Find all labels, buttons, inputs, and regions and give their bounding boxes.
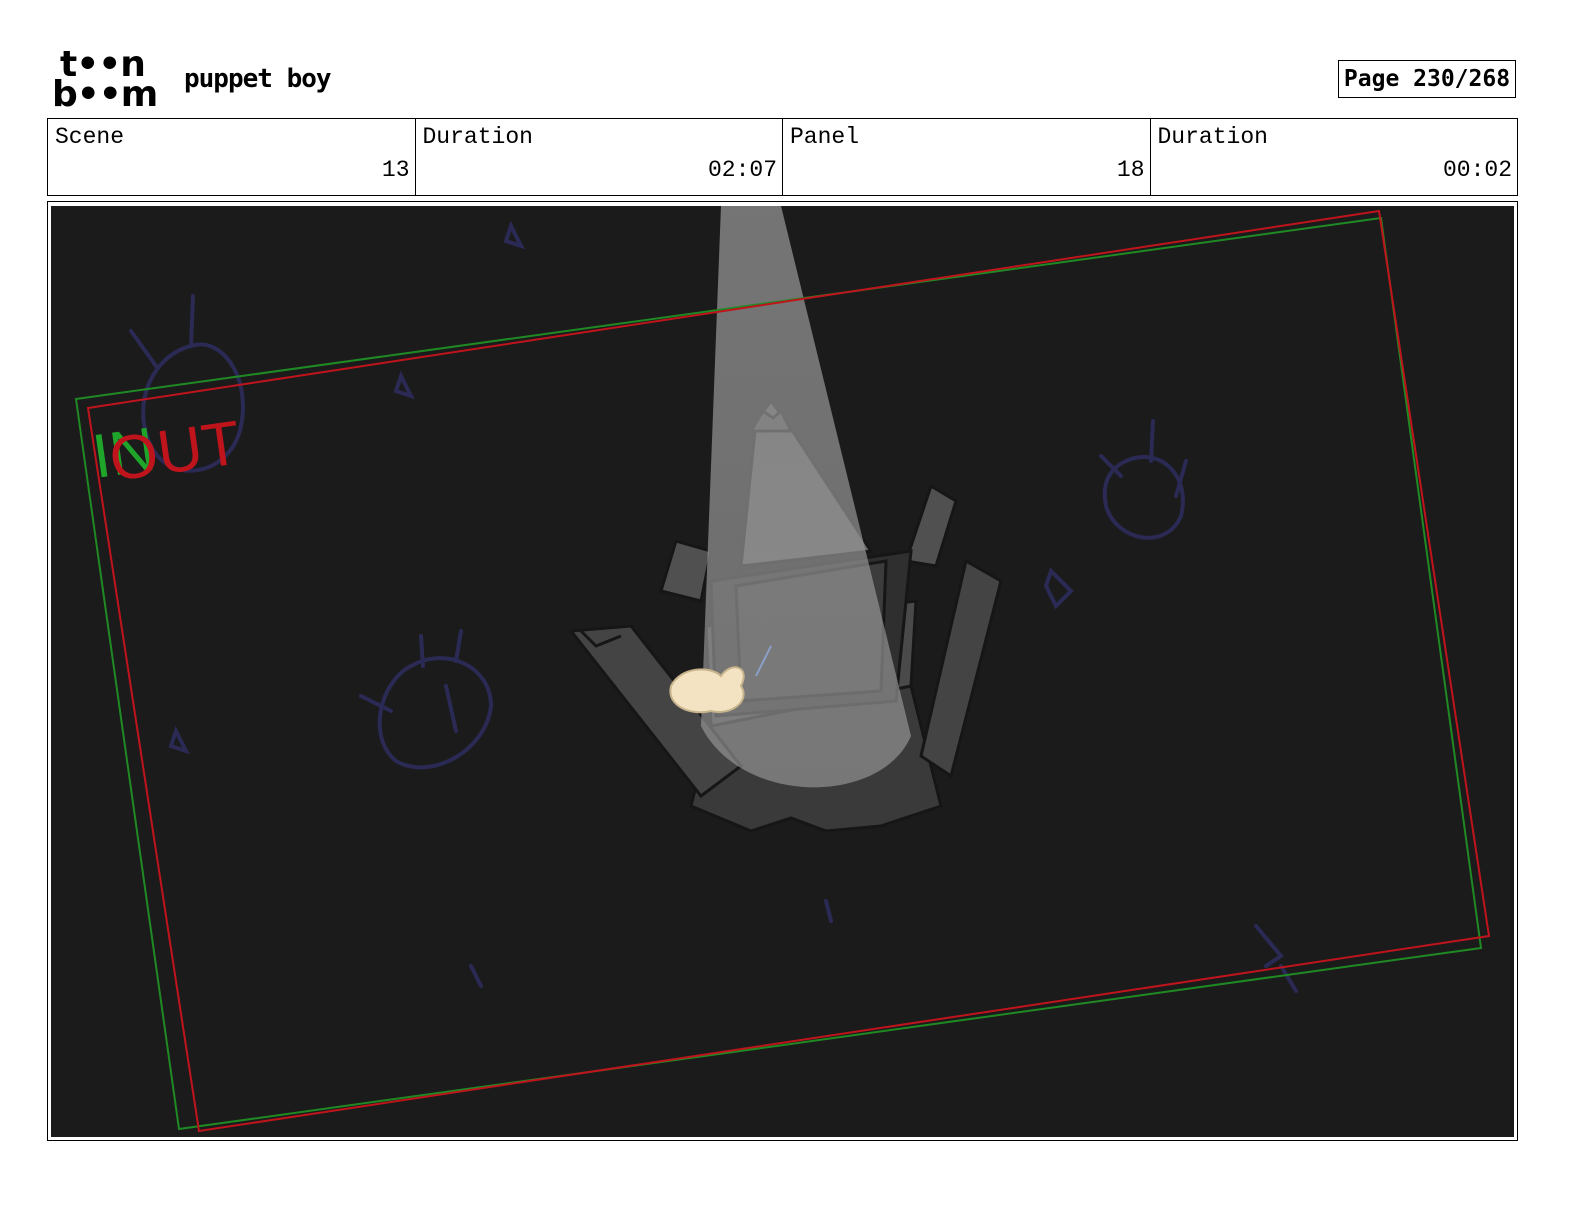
scene-duration-label: Duration [422,124,533,150]
project-title: puppet boy [184,64,332,94]
info-cell-scene-duration: Duration 02:07 [416,119,783,195]
scene-value: 13 [381,157,410,183]
panel-value: 18 [1116,157,1145,183]
info-cell-panel-duration: Duration 00:02 [1151,119,1518,195]
storyboard-panel-image: IN OUT [51,206,1514,1137]
info-cell-panel: Panel 18 [783,119,1151,195]
scene-duration-value: 02:07 [707,157,777,183]
panel-duration-value: 00:02 [1442,157,1512,183]
info-cell-scene: Scene 13 [48,119,416,195]
panel-label: Panel [790,124,860,150]
panel-info-table: Scene 13 Duration 02:07 Panel 18 Duratio… [47,118,1518,196]
panel-duration-label: Duration [1157,124,1268,150]
scene-label: Scene [55,124,125,150]
panel-artwork: IN OUT [74,206,1491,1133]
logo-line-bottom: b••m [52,74,158,115]
toonboom-logo: t••n b••m [52,47,164,115]
page-indicator: Page 230/268 [1338,60,1516,98]
